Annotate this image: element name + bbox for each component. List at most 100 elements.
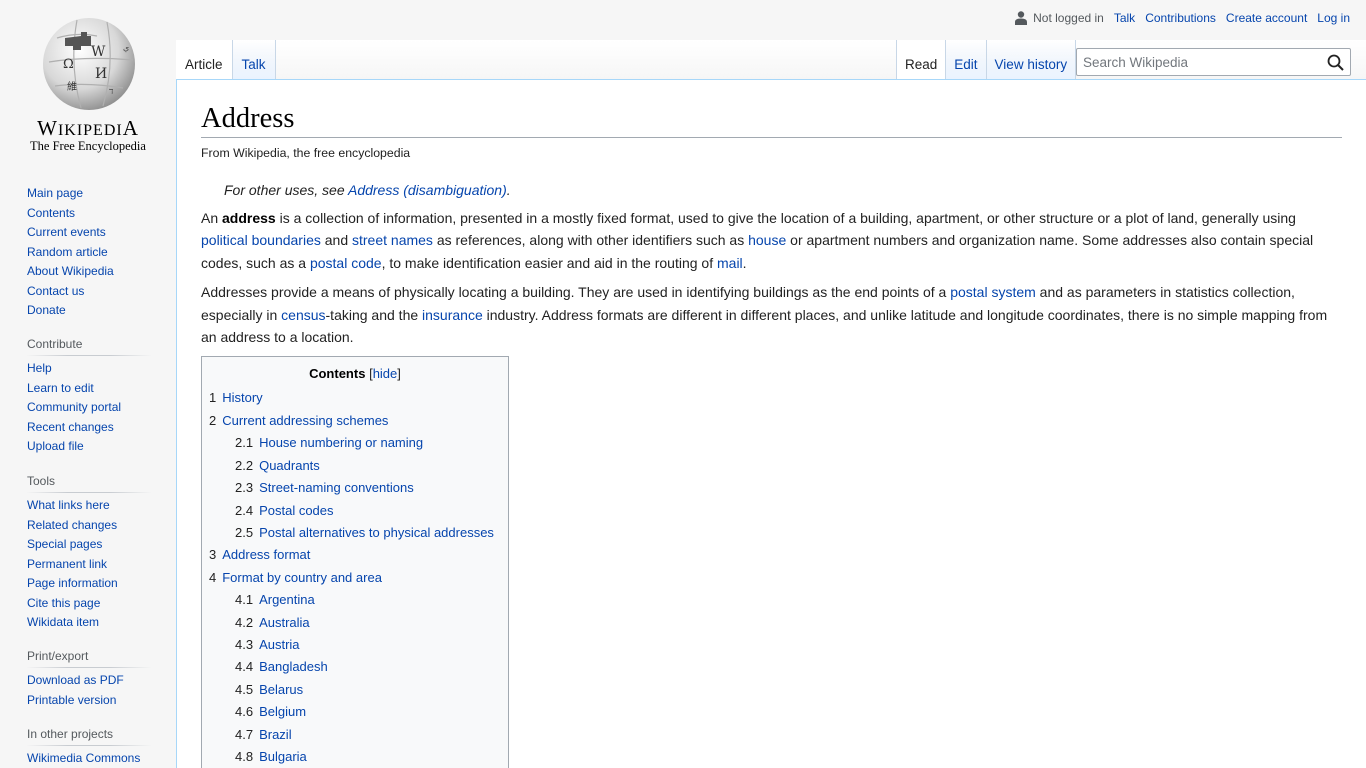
house-link[interactable]: house [748, 232, 786, 248]
toc-item[interactable]: 4.4 Bangladesh [209, 656, 501, 678]
toc-item[interactable]: 2.5 Postal alternatives to physical addre… [209, 522, 501, 544]
sidebar-item-special-pages[interactable]: Special pages [27, 535, 151, 555]
sidebar-heading-in-other-projects: In other projects [27, 727, 151, 746]
mail-link[interactable]: mail [717, 255, 743, 271]
intro-paragraph-2: Addresses provide a means of physically … [201, 281, 1342, 348]
sidebar-item-download-as-pdf[interactable]: Download as PDF [27, 671, 151, 691]
toc-link-austria[interactable]: Austria [259, 637, 299, 652]
toc-link-format-by-country-and-area[interactable]: Format by country and area [222, 570, 382, 585]
sidebar-item-learn-to-edit[interactable]: Learn to edit [27, 379, 151, 399]
sidebar-item-wikidata-item[interactable]: Wikidata item [27, 613, 151, 633]
toc-link-bulgaria[interactable]: Bulgaria [259, 749, 307, 764]
sidebar-item-about-wikipedia[interactable]: About Wikipedia [27, 262, 151, 282]
toc-item[interactable]: 2.3 Street-naming conventions [209, 477, 501, 499]
search-input[interactable] [1077, 49, 1317, 75]
puzzle-globe-icon: Ω W И 維 ד ي [43, 18, 135, 110]
sidebar-item-contact-us[interactable]: Contact us [27, 282, 151, 302]
sidebar-item-community-portal[interactable]: Community portal [27, 398, 151, 418]
toc-link-bangladesh[interactable]: Bangladesh [259, 659, 328, 674]
wordmark-final: A [122, 116, 139, 140]
tab-view-history[interactable]: View history [986, 40, 1077, 80]
sidebar-item-contents[interactable]: Contents [27, 204, 151, 224]
toc-item[interactable]: 4.3 Austria [209, 634, 501, 656]
text: -taking and the [325, 306, 423, 323]
toc-item[interactable]: 3 Address format [209, 544, 501, 566]
sidebar-item-printable-version[interactable]: Printable version [27, 691, 151, 711]
toc-link-belarus[interactable]: Belarus [259, 682, 303, 697]
toc-link-street-naming-conventions[interactable]: Street-naming conventions [259, 480, 414, 495]
toc-item-number: 2.4 [235, 502, 254, 518]
tab-talk-label: Talk [241, 57, 266, 72]
tab-edit[interactable]: Edit [946, 40, 987, 80]
sidebar-item-cite-this-page[interactable]: Cite this page [27, 594, 151, 614]
toc-item[interactable]: 4.8 Bulgaria [209, 746, 501, 768]
log-in-link[interactable]: Log in [1317, 11, 1350, 25]
sidebar-item-permanent-link[interactable]: Permanent link [27, 555, 151, 575]
toc-item[interactable]: 4.7 Brazil [209, 724, 501, 746]
sidebar-item-page-information[interactable]: Page information [27, 574, 151, 594]
text: , to make identification easier and aid … [381, 254, 717, 271]
postal-code-link[interactable]: postal code [310, 255, 382, 271]
login-status: Not logged in [1033, 11, 1104, 25]
table-of-contents: Contents [hide] 1 History 2 Current address… [201, 356, 509, 768]
toc-link-postal-codes[interactable]: Postal codes [259, 503, 333, 518]
toc-hide-button[interactable]: hide [373, 366, 398, 381]
toc-item[interactable]: 4.5 Belarus [209, 679, 501, 701]
insurance-link[interactable]: insurance [422, 307, 483, 323]
tab-read[interactable]: Read [896, 40, 947, 80]
sidebar-item-wikimedia-commons[interactable]: Wikimedia Commons [27, 749, 151, 768]
postal-system-link[interactable]: postal system [950, 284, 1036, 300]
toc-item[interactable]: 4.6 Belgium [209, 701, 501, 723]
toc-item[interactable]: 2.1 House numbering or naming [209, 432, 501, 454]
street-names-link[interactable]: street names [352, 232, 433, 248]
toc-link-australia[interactable]: Australia [259, 615, 310, 630]
sidebar-item-what-links-here[interactable]: What links here [27, 496, 151, 516]
toc-link-argentina[interactable]: Argentina [259, 592, 315, 607]
toc-link-current-addressing-schemes[interactable]: Current addressing schemes [222, 413, 388, 428]
sidebar-item-current-events[interactable]: Current events [27, 223, 151, 243]
toc-link-history[interactable]: History [222, 390, 262, 405]
search-icon[interactable] [1327, 54, 1344, 71]
sidebar-item-donate[interactable]: Donate [27, 301, 151, 321]
sidebar-tools: Tools What links here Related changes Speci… [27, 474, 151, 633]
site-subtitle: From Wikipedia, the free encyclopedia [201, 146, 411, 161]
toc-link-belgium[interactable]: Belgium [259, 704, 306, 719]
toc-item[interactable]: 2.4 Postal codes [209, 500, 501, 522]
contributions-link[interactable]: Contributions [1145, 11, 1216, 25]
page-title: Address [201, 100, 1342, 139]
intro-paragraph-1: An address is a collection of informatio… [201, 207, 1342, 274]
toc-link-brazil[interactable]: Brazil [259, 727, 292, 742]
toc-item[interactable]: 1 History [209, 387, 501, 409]
user-talk-link[interactable]: Talk [1114, 11, 1135, 25]
svg-text:И: И [95, 66, 107, 82]
bold-term: address [222, 210, 276, 227]
toc-item[interactable]: 4 Format by country and area [209, 567, 501, 589]
toc-item[interactable]: 4.2 Australia [209, 612, 501, 634]
tab-article[interactable]: Article [176, 40, 233, 80]
wikipedia-logo[interactable]: Ω W И 維 ד ي WIKIPEDIA The Free Encyclope… [0, 0, 176, 160]
toc-link-address-format[interactable]: Address format [222, 547, 310, 562]
toc-item-number: 4.7 [235, 726, 254, 742]
toc-item-number: 2.2 [235, 457, 254, 473]
toc-link-house-numbering-or-naming[interactable]: House numbering or naming [259, 435, 423, 450]
toc-item[interactable]: 4.1 Argentina [209, 589, 501, 611]
toc-link-quadrants[interactable]: Quadrants [259, 458, 320, 473]
political-boundaries-link[interactable]: political boundaries [201, 232, 321, 248]
tab-talk[interactable]: Talk [232, 40, 276, 80]
sidebar-print-export: Print/export Download as PDF Printable ver… [27, 649, 151, 710]
create-account-link[interactable]: Create account [1226, 11, 1307, 25]
tab-view-history-label: View history [994, 57, 1068, 72]
sidebar-item-recent-changes[interactable]: Recent changes [27, 418, 151, 438]
disambiguation-link[interactable]: Address (disambiguation) [348, 182, 507, 198]
sidebar-item-random-article[interactable]: Random article [27, 243, 151, 263]
toc-link-postal-alternatives-to-physical-addresses[interactable]: Postal alternatives to physical addresse… [259, 525, 494, 540]
svg-text:維: 維 [67, 80, 77, 93]
sidebar-item-related-changes[interactable]: Related changes [27, 516, 151, 536]
toc-item-number: 2 [209, 412, 217, 428]
sidebar-item-help[interactable]: Help [27, 359, 151, 379]
toc-item[interactable]: 2 Current addressing schemes [209, 410, 501, 432]
toc-item[interactable]: 2.2 Quadrants [209, 455, 501, 477]
census-link[interactable]: census [281, 307, 325, 323]
sidebar-item-main-page[interactable]: Main page [27, 184, 151, 204]
sidebar-item-upload-file[interactable]: Upload file [27, 437, 151, 457]
